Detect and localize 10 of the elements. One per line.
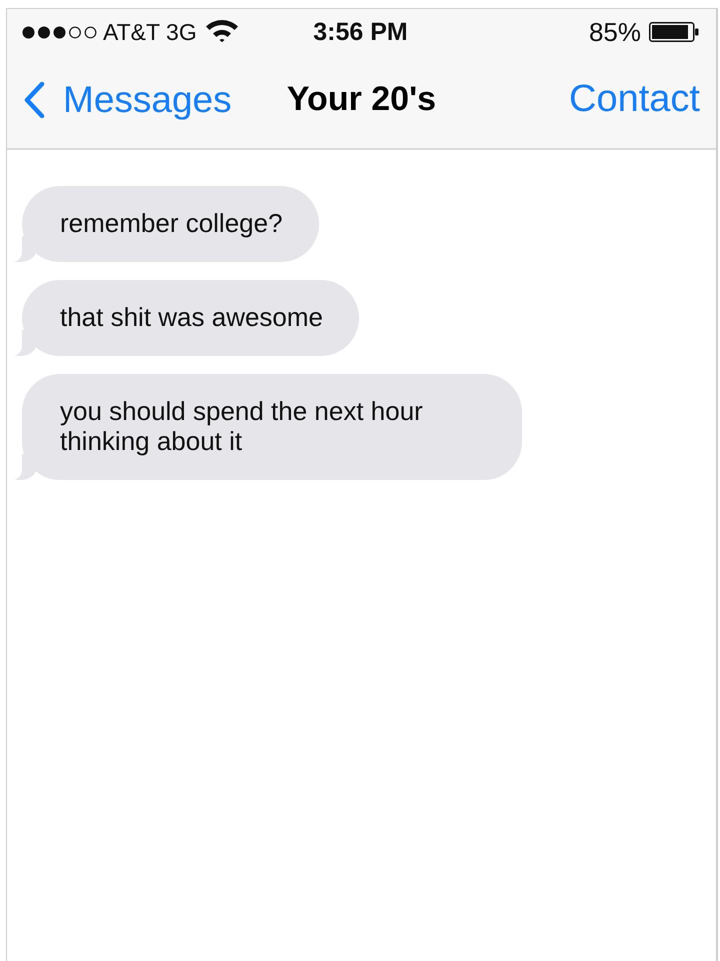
battery-percent: 85%	[588, 16, 641, 48]
back-button[interactable]: Messages	[23, 78, 232, 120]
signal-icon	[22, 26, 98, 38]
chevron-left-icon	[23, 82, 45, 118]
contact-button[interactable]: Contact	[569, 78, 700, 121]
clock-time: 3:56 PM	[313, 18, 408, 46]
battery-icon	[649, 22, 699, 42]
wifi-icon	[204, 18, 239, 42]
conversation-title: Your 20's	[286, 80, 436, 119]
carrier-label: AT&T 3G	[103, 18, 197, 46]
